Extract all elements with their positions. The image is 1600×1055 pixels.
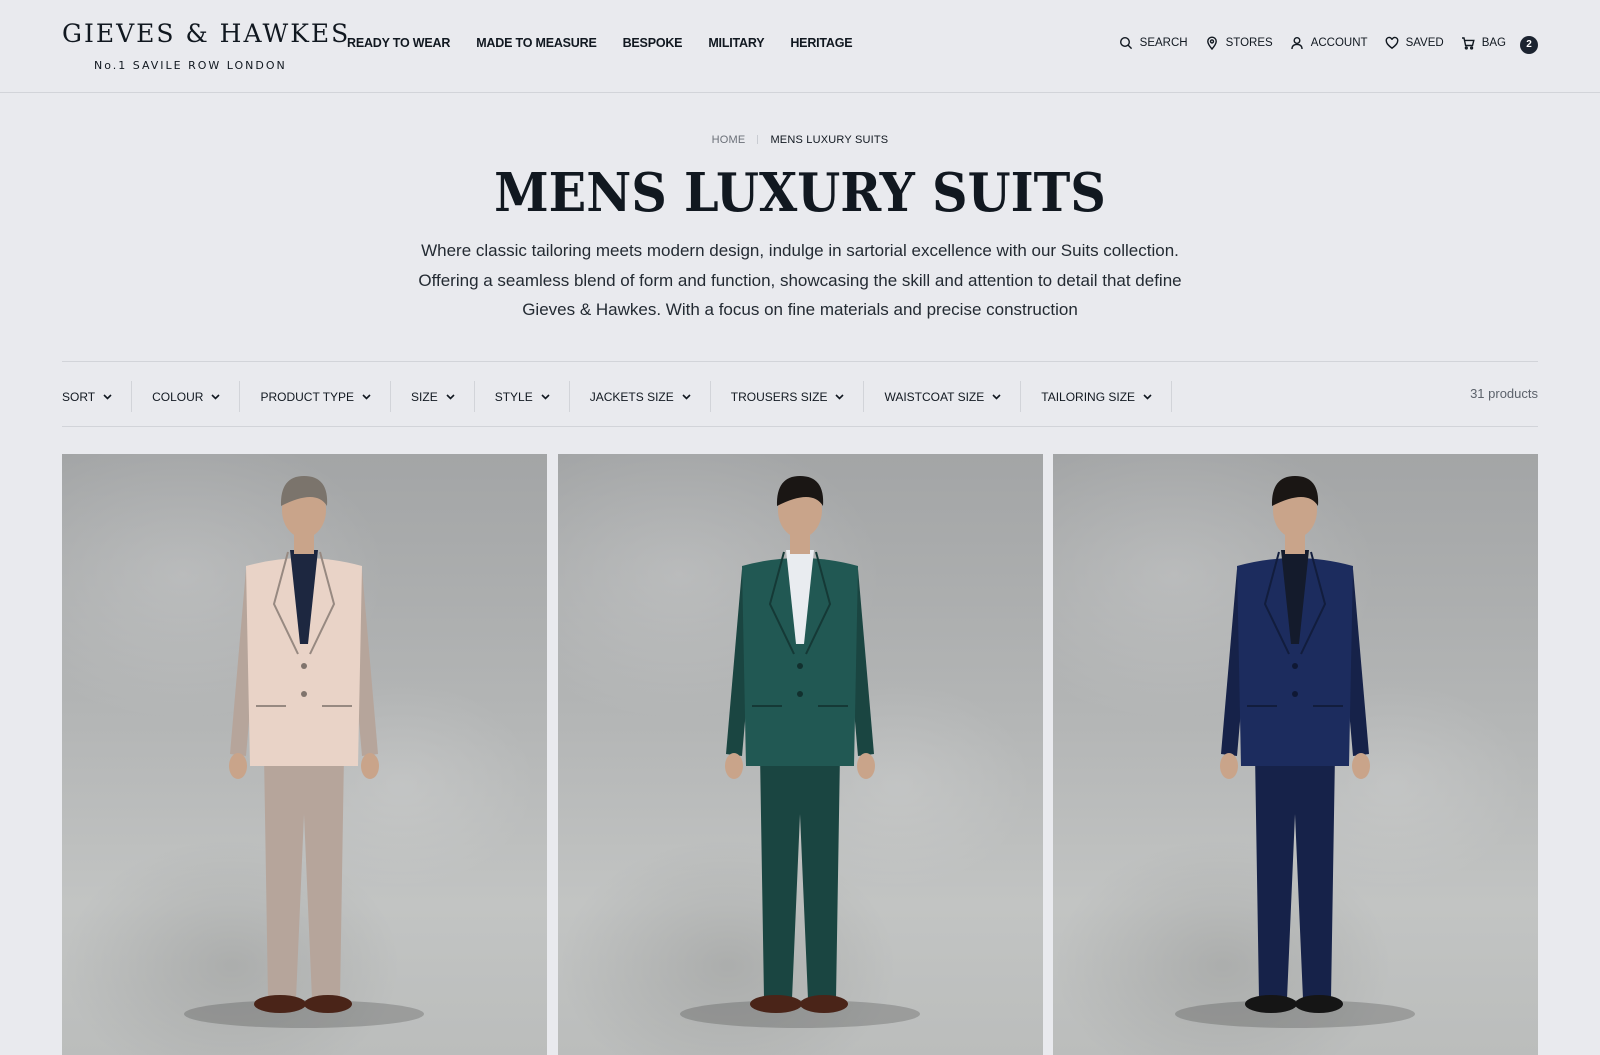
bag-button[interactable]: BAG bbox=[1461, 36, 1506, 50]
hand-shape bbox=[229, 753, 247, 779]
product-card[interactable] bbox=[62, 454, 547, 1055]
hand-shape bbox=[361, 753, 379, 779]
filter-label: TAILORING SIZE bbox=[1041, 389, 1136, 404]
cart-icon bbox=[1461, 37, 1475, 50]
filter-bar: SORT COLOUR PRODUCT TYPE SIZE STYLE JACK… bbox=[62, 361, 1538, 427]
filter-colour[interactable]: COLOUR bbox=[132, 381, 241, 412]
nav-made-to-measure[interactable]: MADE TO MEASURE bbox=[476, 36, 597, 50]
search-button[interactable]: SEARCH bbox=[1119, 36, 1188, 50]
hand-shape bbox=[1352, 753, 1370, 779]
filter-product-type[interactable]: PRODUCT TYPE bbox=[240, 381, 392, 412]
chevron-down-icon bbox=[541, 393, 550, 400]
account-button[interactable]: ACCOUNT bbox=[1290, 36, 1368, 50]
filter-trousers-size[interactable]: TROUSERS SIZE bbox=[711, 381, 865, 412]
filter-size[interactable]: SIZE bbox=[391, 381, 475, 412]
bag-label: BAG bbox=[1481, 37, 1506, 49]
utility-navigation: SEARCH STORES ACCOUNT SAVED BAG bbox=[1119, 36, 1506, 50]
button-shape bbox=[1292, 691, 1298, 697]
shoe-shape bbox=[750, 995, 802, 1013]
stores-label: STORES bbox=[1225, 37, 1273, 49]
trousers-shape bbox=[264, 754, 344, 999]
nav-heritage[interactable]: HERITAGE bbox=[790, 36, 852, 50]
stores-button[interactable]: STORES bbox=[1205, 36, 1273, 50]
chevron-down-icon bbox=[362, 393, 371, 400]
product-image bbox=[184, 476, 424, 1028]
search-label: SEARCH bbox=[1139, 37, 1188, 49]
breadcrumb: HOME MENS LUXURY SUITS bbox=[0, 134, 1600, 146]
filter-label: WAISTCOAT SIZE bbox=[884, 389, 985, 404]
saved-button[interactable]: SAVED bbox=[1385, 36, 1444, 50]
page-title: MENS LUXURY SUITS bbox=[494, 162, 1106, 224]
nav-bespoke[interactable]: BESPOKE bbox=[623, 36, 683, 50]
shoe-shape bbox=[1245, 995, 1297, 1013]
logo-wordmark: GIEVES & HAWKES bbox=[62, 19, 351, 48]
button-shape bbox=[301, 691, 307, 697]
intro-line: Offering a seamless blend of form and fu… bbox=[418, 270, 1182, 290]
saved-label: SAVED bbox=[1405, 37, 1444, 49]
chevron-down-icon bbox=[682, 393, 691, 400]
button-shape bbox=[301, 663, 307, 669]
shoe-shape bbox=[254, 995, 306, 1013]
intro-line: Gieves & Hawkes. With a focus on fine ma… bbox=[522, 300, 1078, 319]
button-shape bbox=[797, 663, 803, 669]
bag-count-badge: 2 bbox=[1520, 36, 1538, 54]
brand-logo[interactable]: GIEVES & HAWKES No.1 SAVILE ROW LONDON bbox=[62, 16, 351, 76]
filter-label: JACKETS SIZE bbox=[589, 389, 674, 404]
hand-shape bbox=[857, 753, 875, 779]
button-shape bbox=[797, 691, 803, 697]
trousers-shape bbox=[1255, 754, 1335, 999]
breadcrumb-current: MENS LUXURY SUITS bbox=[770, 134, 889, 146]
filter-waistcoat-size[interactable]: WAISTCOAT SIZE bbox=[864, 381, 1022, 412]
location-pin-icon bbox=[1206, 36, 1217, 50]
product-card[interactable] bbox=[1053, 454, 1538, 1055]
shoe-shape bbox=[800, 995, 848, 1013]
heart-icon bbox=[1385, 36, 1398, 50]
trousers-shape bbox=[760, 754, 840, 999]
filter-list: SORT COLOUR PRODUCT TYPE SIZE STYLE JACK… bbox=[62, 381, 1173, 412]
breadcrumb-separator bbox=[757, 135, 759, 144]
filter-label: STYLE bbox=[494, 389, 533, 404]
filter-label: TROUSERS SIZE bbox=[730, 389, 828, 404]
search-icon bbox=[1119, 36, 1132, 50]
logo-tagline: No.1 SAVILE ROW LONDON bbox=[94, 59, 287, 72]
user-icon bbox=[1290, 37, 1303, 50]
intro-line: Where classic tailoring meets modern des… bbox=[421, 241, 1179, 260]
hand-shape bbox=[725, 753, 743, 779]
hand-shape bbox=[1220, 753, 1238, 779]
chevron-down-icon bbox=[103, 393, 112, 400]
button-shape bbox=[1292, 663, 1298, 669]
nav-ready-to-wear[interactable]: READY TO WEAR bbox=[347, 36, 450, 50]
filter-sort[interactable]: SORT bbox=[62, 381, 133, 412]
nav-military[interactable]: MILITARY bbox=[708, 36, 764, 50]
main-navigation: READY TO WEAR MADE TO MEASURE BESPOKE MI… bbox=[347, 36, 853, 50]
chevron-down-icon bbox=[211, 393, 221, 400]
product-count: 31 products bbox=[1470, 386, 1538, 401]
filter-jackets-size[interactable]: JACKETS SIZE bbox=[570, 381, 711, 412]
filter-tailoring-size[interactable]: TAILORING SIZE bbox=[1021, 381, 1173, 412]
product-grid bbox=[62, 454, 1538, 1055]
intro-text: Where classic tailoring meets modern des… bbox=[380, 236, 1220, 325]
filter-label: SIZE bbox=[411, 389, 438, 404]
filter-label: PRODUCT TYPE bbox=[260, 389, 355, 404]
product-image bbox=[680, 476, 920, 1028]
product-image bbox=[1175, 476, 1415, 1028]
chevron-down-icon bbox=[835, 393, 845, 400]
chevron-down-icon bbox=[446, 393, 455, 400]
shoe-shape bbox=[304, 995, 352, 1013]
shoe-shape bbox=[1295, 995, 1343, 1013]
filter-label: SORT bbox=[62, 389, 96, 404]
account-label: ACCOUNT bbox=[1310, 37, 1368, 49]
filter-label: COLOUR bbox=[152, 389, 204, 404]
chevron-down-icon bbox=[1143, 393, 1152, 400]
chevron-down-icon bbox=[992, 393, 1001, 400]
product-card[interactable] bbox=[558, 454, 1043, 1055]
filter-style[interactable]: STYLE bbox=[475, 381, 570, 412]
site-header: GIEVES & HAWKES No.1 SAVILE ROW LONDON R… bbox=[0, 0, 1600, 93]
breadcrumb-home[interactable]: HOME bbox=[712, 134, 746, 146]
